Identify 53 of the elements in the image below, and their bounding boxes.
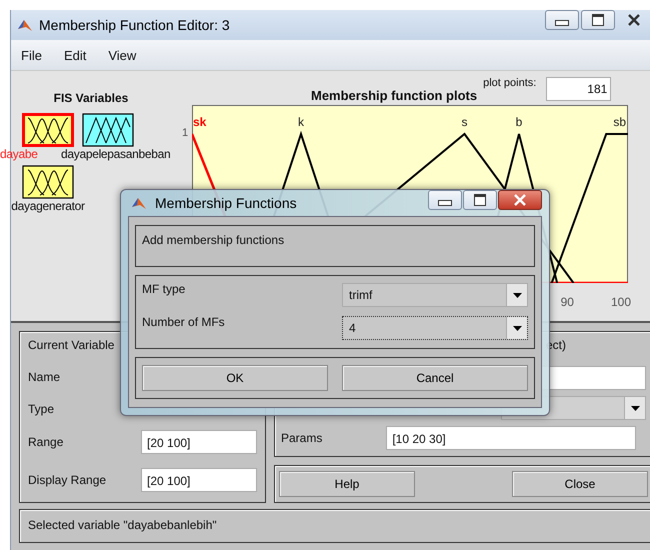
range-field[interactable]: [20 100] bbox=[141, 430, 257, 454]
mf-curve[interactable] bbox=[550, 133, 628, 283]
mf-type-dropdown[interactable]: trimf bbox=[342, 283, 528, 307]
mf-label[interactable]: b bbox=[516, 115, 522, 129]
mf-label[interactable]: s bbox=[462, 115, 468, 129]
panel-title: Current Variable bbox=[28, 338, 114, 352]
dialog-button[interactable]: Help bbox=[279, 471, 415, 497]
close-button[interactable] bbox=[498, 190, 542, 210]
field-label: Name bbox=[28, 370, 60, 384]
mf-label[interactable]: k bbox=[298, 115, 304, 129]
variable-icon[interactable] bbox=[22, 165, 74, 199]
close-icon bbox=[627, 14, 641, 26]
field-label: MF type bbox=[142, 282, 186, 296]
variable-label: dayagenerator bbox=[11, 199, 85, 215]
minimize-button[interactable] bbox=[545, 10, 579, 30]
window-title: Membership Function Editor: 3 bbox=[39, 17, 230, 33]
field-label: Type bbox=[28, 402, 54, 416]
field-label: Range bbox=[28, 435, 64, 449]
maximize-button[interactable] bbox=[581, 10, 615, 30]
plot-points-label: plot points: bbox=[483, 77, 536, 89]
window-title: Membership Functions bbox=[155, 195, 297, 211]
menu-item[interactable]: File bbox=[21, 48, 42, 62]
mf-count-dropdown[interactable]: 4 bbox=[342, 316, 528, 340]
mf-label[interactable]: sk bbox=[193, 115, 206, 129]
menu-item[interactable]: View bbox=[108, 48, 136, 62]
dialog-button[interactable]: OK bbox=[142, 365, 328, 391]
caret-icon bbox=[512, 292, 522, 298]
field-label: Number of MFs bbox=[142, 315, 225, 329]
menu-item[interactable]: Edit bbox=[64, 48, 86, 62]
panel-title: FIS Variables bbox=[54, 91, 128, 105]
status-text: Selected variable "dayabebanlebih" bbox=[28, 518, 217, 532]
caret-icon bbox=[512, 326, 522, 330]
plot-title: Membership function plots bbox=[311, 88, 478, 103]
mf-label[interactable]: sb bbox=[613, 115, 626, 129]
variable-icon[interactable] bbox=[22, 113, 74, 147]
axis-tick-label: 100 bbox=[610, 295, 631, 309]
field-label: Display Range bbox=[28, 473, 106, 487]
dialog-button[interactable]: Cancel bbox=[342, 365, 528, 391]
close-icon bbox=[513, 194, 527, 206]
panel-title: ect) bbox=[546, 338, 566, 352]
maximize-button[interactable] bbox=[463, 190, 497, 210]
plot-points-field[interactable]: 181 bbox=[546, 77, 612, 101]
dialog-heading: Add membership functions bbox=[142, 233, 284, 247]
minimize-button[interactable] bbox=[428, 190, 462, 210]
display-range-field[interactable]: [20 100] bbox=[141, 468, 257, 492]
variable-icon[interactable] bbox=[82, 113, 134, 147]
variable-label: dayapelepasanbeban bbox=[61, 147, 170, 163]
caret-icon bbox=[630, 406, 640, 410]
axis-tick-label: 90 bbox=[560, 295, 574, 309]
params-field[interactable]: [10 20 30] bbox=[386, 426, 636, 450]
field-label: Params bbox=[281, 431, 322, 445]
variable-label: dayabe bbox=[0, 147, 38, 163]
dialog-button[interactable]: Close bbox=[512, 471, 648, 497]
